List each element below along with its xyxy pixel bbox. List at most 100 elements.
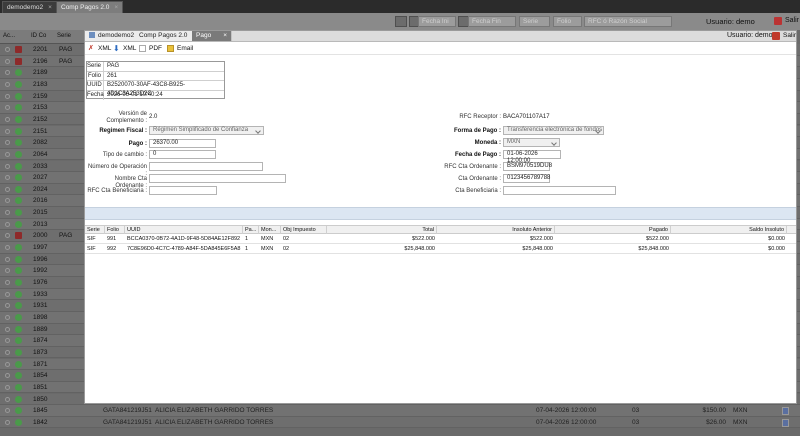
table-row[interactable]: 1845 GATA841219J51 ALICIA ELIZABETH GARRID… [0, 405, 800, 417]
col-saldo-insoluto[interactable]: Saldo Insoluto [671, 226, 787, 234]
status-icon[interactable] [15, 325, 22, 333]
cta-benef-input[interactable] [503, 186, 616, 195]
magnifier-icon[interactable] [5, 396, 10, 402]
rfc-cta-benef-input[interactable] [149, 186, 217, 195]
col-serie[interactable]: Serie [85, 226, 105, 234]
magnifier-icon[interactable] [5, 116, 10, 122]
status-icon[interactable] [15, 197, 22, 205]
status-icon[interactable] [15, 395, 22, 403]
email-button[interactable]: Email [167, 44, 193, 53]
magnifier-icon[interactable] [5, 256, 10, 262]
status-icon[interactable] [15, 313, 22, 321]
status-icon[interactable] [15, 418, 22, 426]
status-icon[interactable] [15, 255, 22, 263]
close-icon[interactable]: × [223, 32, 227, 39]
cta-ord-input[interactable]: 0123456789788 [503, 174, 550, 183]
status-icon[interactable] [15, 104, 22, 112]
pago-input[interactable]: 26370.00 [149, 139, 216, 148]
status-icon[interactable] [15, 407, 22, 415]
status-icon[interactable] [15, 372, 22, 380]
status-icon[interactable] [15, 80, 22, 88]
col-moneda[interactable]: Mon... [259, 226, 281, 234]
magnifier-icon[interactable] [5, 210, 10, 216]
magnifier-icon[interactable] [5, 58, 10, 64]
header-id[interactable]: ID Co [31, 33, 46, 39]
magnifier-icon[interactable] [5, 198, 10, 204]
refresh-button[interactable] [395, 16, 407, 27]
folio-field[interactable]: Folio [553, 16, 582, 27]
status-icon[interactable] [15, 267, 22, 275]
magnifier-icon[interactable] [5, 93, 10, 99]
status-icon[interactable] [15, 162, 22, 170]
status-icon[interactable] [15, 57, 22, 65]
col-uuid[interactable]: UUID [125, 226, 243, 234]
status-icon[interactable] [15, 244, 22, 252]
header-serie[interactable]: Serie [57, 33, 71, 39]
status-icon[interactable] [15, 383, 22, 391]
bg-tab-demodemo2[interactable]: demodemo2 × [2, 1, 57, 13]
serie-field[interactable]: Serie [519, 16, 550, 27]
magnifier-icon[interactable] [5, 221, 10, 227]
magnifier-icon[interactable] [5, 81, 10, 87]
magnifier-icon[interactable] [5, 408, 10, 414]
pdf-button[interactable]: PDF [139, 44, 162, 53]
status-icon[interactable] [15, 139, 22, 147]
status-icon[interactable] [15, 302, 22, 310]
status-icon[interactable] [15, 209, 22, 217]
magnifier-icon[interactable] [5, 151, 10, 157]
magnifier-icon[interactable] [5, 70, 10, 76]
status-icon[interactable] [15, 348, 22, 356]
col-parcialidad[interactable]: Pa... [243, 226, 259, 234]
fecha-ini-field[interactable]: Fecha Ini [418, 16, 456, 27]
status-icon[interactable] [15, 46, 22, 53]
magnifier-icon[interactable] [5, 128, 10, 134]
magnifier-icon[interactable] [5, 105, 10, 111]
status-icon[interactable] [15, 220, 22, 228]
magnifier-icon[interactable] [5, 291, 10, 297]
nombre-cta-input[interactable] [149, 174, 286, 183]
document-icon[interactable] [782, 407, 789, 416]
close-icon[interactable]: × [114, 4, 118, 11]
related-doc-row[interactable]: SIF 992 7C8E96D0-4C7C-4789-A84F-5DA845E6… [85, 245, 796, 254]
magnifier-icon[interactable] [5, 163, 10, 169]
magnifier-icon[interactable] [5, 186, 10, 192]
salir-button[interactable]: Salir [785, 17, 799, 24]
xml-send-button[interactable]: ⬇ XML [113, 44, 136, 53]
tab-pago[interactable]: Pago × [192, 31, 232, 41]
status-icon[interactable] [15, 150, 22, 158]
col-folio[interactable]: Folio [105, 226, 125, 234]
xml-download-button[interactable]: ✗ XML [88, 44, 111, 53]
status-icon[interactable] [15, 337, 22, 345]
tipo-cambio-input[interactable]: 0 [149, 150, 216, 159]
magnifier-icon[interactable] [5, 338, 10, 344]
num-operacion-input[interactable] [149, 162, 263, 171]
status-icon[interactable] [15, 115, 22, 123]
exit-icon[interactable] [772, 32, 780, 40]
forma-pago-select[interactable]: Transferencia electrónica de fondos [503, 126, 604, 135]
col-total[interactable]: Total [327, 226, 437, 234]
magnifier-icon[interactable] [5, 268, 10, 274]
header-ac[interactable]: Ac... [3, 33, 15, 39]
magnifier-icon[interactable] [5, 384, 10, 390]
magnifier-icon[interactable] [5, 245, 10, 251]
magnifier-icon[interactable] [5, 233, 10, 239]
status-icon[interactable] [15, 69, 22, 77]
magnifier-icon[interactable] [5, 303, 10, 309]
magnifier-icon[interactable] [5, 140, 10, 146]
col-insoluto-anterior[interactable]: Insoluto Anterior [437, 226, 555, 234]
status-icon[interactable] [15, 232, 22, 240]
magnifier-icon[interactable] [5, 280, 10, 285]
regimen-select[interactable]: Régimen Simplificado de Confianza [149, 126, 264, 135]
magnifier-icon[interactable] [5, 419, 10, 425]
moneda-select[interactable]: MXN [503, 138, 560, 147]
magnifier-icon[interactable] [5, 361, 10, 367]
col-obj-impuesto[interactable]: Obj Impuesto [281, 226, 327, 234]
status-icon[interactable] [15, 185, 22, 193]
status-icon[interactable] [15, 360, 22, 368]
status-icon[interactable] [15, 127, 22, 135]
salir-button[interactable]: Salir [783, 32, 796, 39]
tab-demodemo2[interactable]: demodemo2 [85, 31, 140, 41]
status-icon[interactable] [15, 92, 22, 100]
col-pagado[interactable]: Pagado [555, 226, 671, 234]
magnifier-icon[interactable] [5, 373, 10, 379]
